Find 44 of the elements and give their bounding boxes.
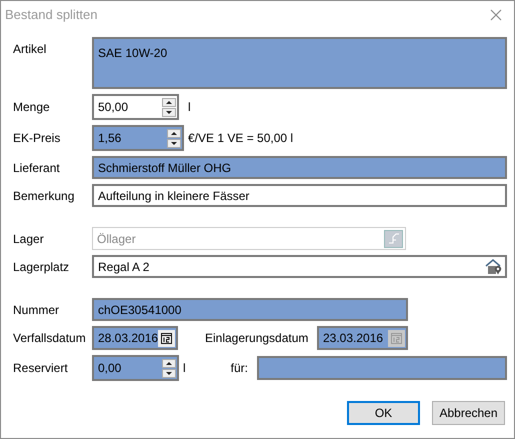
article-field[interactable]: SAE 10W-20 [92, 37, 507, 89]
field-label: für: [230, 360, 250, 377]
text-field[interactable]: Schmierstoff Müller OHG [92, 156, 507, 179]
location-field[interactable]: Regal A 2 [92, 255, 507, 278]
close-icon[interactable] [490, 9, 502, 21]
spin-down-button[interactable] [162, 368, 176, 378]
house-pin-icon[interactable] [484, 258, 503, 275]
number-field[interactable]: 0,00 [92, 355, 179, 381]
field-label: Lager [13, 230, 45, 248]
calendar-icon[interactable] [158, 330, 175, 346]
unit-label: l [183, 360, 186, 377]
caret-down-icon [166, 372, 172, 374]
number-field[interactable]: 50,00 [92, 94, 179, 120]
spin-up-button[interactable] [162, 358, 176, 368]
spin-down-button[interactable] [162, 108, 176, 116]
text-field[interactable] [256, 356, 507, 380]
field-label: Menge [13, 99, 51, 116]
field-label: Bemerkung [13, 188, 76, 204]
field-label: Lieferant [13, 160, 61, 176]
caret-up-icon [166, 100, 172, 104]
text-field[interactable]: chOE30541000 [92, 298, 408, 321]
caret-up-icon [166, 362, 172, 364]
number-field[interactable]: 1,56 [92, 125, 184, 151]
caret-down-icon [171, 142, 177, 144]
spin-down-button[interactable] [167, 138, 181, 148]
field-label: Einlagerungsdatum [205, 330, 310, 347]
unit-label: €/VE 1 VE = 50,00 l [188, 130, 294, 147]
field-label: Artikel [13, 41, 48, 58]
text-field[interactable]: Aufteilung in kleinere Fässer [92, 184, 507, 207]
ok-button[interactable]: OK [347, 401, 420, 425]
caret-down-icon [166, 110, 172, 114]
caret-up-icon [171, 132, 177, 134]
unit-label: l [188, 99, 191, 116]
field-label: Verfallsdatum [13, 330, 87, 347]
field-label: Lagerplatz [13, 258, 70, 276]
cancel-button[interactable]: Abbrechen [432, 401, 505, 425]
spin-up-button[interactable] [162, 98, 176, 106]
spin-up-button[interactable] [167, 128, 181, 138]
field-label: Nummer [13, 302, 60, 318]
field-label: EK-Preis [13, 130, 62, 147]
field-label: Reserviert [13, 360, 69, 377]
date-field[interactable]: 23.03.2016 [317, 326, 408, 350]
date-field[interactable]: 28.03.2016 [92, 326, 178, 350]
window-title: Bestand splitten [5, 6, 98, 24]
